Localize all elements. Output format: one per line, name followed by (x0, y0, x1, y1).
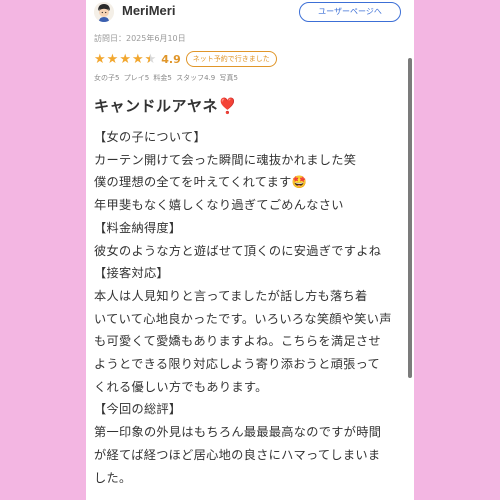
subscore-staff: スタッフ4.9 (176, 74, 216, 82)
review-card: MeriMeri ユーザーページへ 訪問日：2025年6月10日 ★ ★ ★ ★… (86, 0, 414, 500)
review-line: カーテン開けて会った瞬間に魂抜かれました笑 (94, 152, 357, 167)
star-icon: ★ (106, 51, 119, 67)
review-line: 彼女のような方と遊ばせて頂くのに安過ぎですよね (94, 243, 382, 258)
rating-row: ★ ★ ★ ★ ★ 4.9 ネット予約で行きました (94, 51, 277, 67)
review-line: ようとできる限り対応しよう寄り添おうと頑張って (94, 357, 380, 372)
half-star-icon: ★ (145, 53, 157, 66)
review-line: 第一印象の外見はもちろん最最最高なのですが時間 (94, 425, 382, 440)
username: MeriMeri (122, 3, 176, 18)
review-line: 【料金納得度】 (94, 220, 182, 235)
review-line: 僕の理想の全てを叶えてくれてます🤩 (94, 175, 308, 190)
review-line: が経てば経つほど居心地の良さにハマってしまいま (94, 447, 381, 462)
review-header: MeriMeri ユーザーページへ (86, 0, 414, 25)
net-reservation-badge: ネット予約で行きました (185, 51, 277, 67)
review-line: 年甲斐もなく嬉しくなり過ぎてごめんなさい (94, 198, 344, 213)
review-line: も可愛くて愛嬌もありますよね。こちらを満足させ (94, 334, 381, 349)
star-icon: ★ (131, 51, 144, 67)
scrollbar-thumb[interactable] (408, 58, 412, 378)
review-line: 【接客対応】 (94, 266, 169, 281)
star-icon: ★ (119, 51, 131, 67)
review-line: 本人は人見知りと言ってましたが話し方も落ち着 (94, 288, 368, 303)
visit-date: 訪問日：2025年6月10日 (94, 34, 186, 43)
subscores: 女の子5 プレイ5 料金5 スタッフ4.9 写真5 (94, 73, 240, 83)
user-page-button[interactable]: ユーザーページへ (299, 2, 401, 22)
star-icon: ★ (94, 51, 106, 67)
subscore-play: プレイ5 (123, 74, 150, 82)
avatar[interactable] (94, 2, 114, 22)
rating-value: 4.9 (161, 52, 181, 66)
review-body: 【女の子について】 カーテン開けて会った瞬間に魂抜かれました笑 僕の理想の全てを… (94, 126, 404, 489)
review-line: くれる優しい方でもあります。 (94, 379, 268, 394)
review-line: 【女の子について】 (94, 130, 207, 144)
subscore-photo: 写真5 (219, 74, 238, 82)
review-line: 【今回の総評】 (94, 402, 182, 417)
subscore-girl: 女の子5 (94, 74, 120, 82)
subscore-price: 料金5 (153, 74, 172, 82)
avatar-icon (94, 2, 114, 22)
review-title: キャンドルアヤネ❣️ (94, 97, 238, 115)
review-line: いていて心地良かったです。いろいろな笑顔や笑い声 (94, 311, 392, 326)
review-line: した。 (94, 470, 132, 485)
